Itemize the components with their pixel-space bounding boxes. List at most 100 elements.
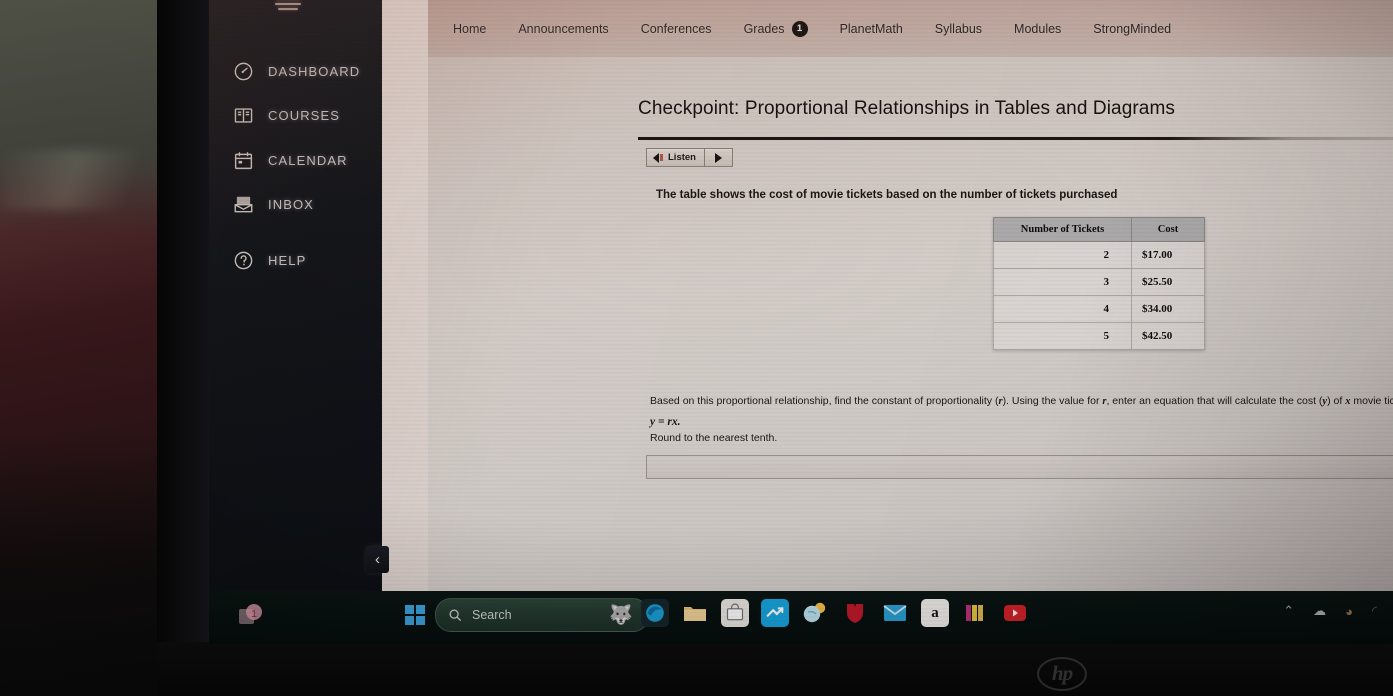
- course-nav-item-announcements[interactable]: Announcements: [502, 22, 624, 36]
- edge-browser-icon[interactable]: [641, 599, 669, 627]
- taskbar-center-group: Search 🐺: [405, 598, 649, 632]
- question-text-part2: ). Using the value for: [1002, 395, 1103, 407]
- course-nav-item-syllabus[interactable]: Syllabus: [919, 22, 998, 36]
- rounding-note: Round to the nearest tenth.: [650, 432, 778, 444]
- help-question-icon: [233, 250, 254, 271]
- course-nav-label: Conferences: [640, 21, 712, 36]
- volume-icon[interactable]: ◕: [1345, 604, 1353, 619]
- course-nav-item-planetmath[interactable]: PlanetMath: [824, 22, 919, 36]
- answer-input[interactable]: [646, 455, 1393, 479]
- sidebar-item-label: COURSES: [268, 108, 340, 123]
- svg-text:1: 1: [251, 609, 257, 620]
- windows-start-icon[interactable]: [405, 605, 425, 625]
- windows-taskbar: 1 Search 🐺 a ⌃ ☁ ◕ ◜: [209, 591, 1393, 644]
- course-nav-item-strongminded[interactable]: StrongMinded: [1077, 22, 1187, 36]
- course-nav-label: Announcements: [518, 21, 609, 36]
- course-nav-item-conferences[interactable]: Conferences: [625, 22, 728, 36]
- table-prompt-text: The table shows the cost of movie ticket…: [656, 189, 1118, 201]
- course-menu-gutter: [382, 0, 428, 591]
- sidebar-item-label: INBOX: [268, 197, 314, 212]
- taskbar-pinned-icons: a: [641, 599, 1029, 627]
- table-cell-tickets: 2: [993, 241, 1132, 269]
- table-row: 3 $25.50: [993, 268, 1205, 296]
- sidebar-item-label: CALENDAR: [268, 153, 348, 168]
- question-text: Based on this proportional relationship,…: [650, 392, 1393, 434]
- tickets-cost-table: Number of Tickets Cost 2 $17.00 3 $25.50…: [993, 217, 1205, 350]
- course-nav-item-home[interactable]: Home: [437, 22, 502, 36]
- table-row: 5 $42.50: [993, 322, 1205, 350]
- listen-button[interactable]: Listen: [647, 149, 704, 166]
- file-explorer-icon[interactable]: [681, 599, 709, 627]
- play-button[interactable]: [703, 149, 732, 166]
- calendar-icon: [233, 150, 254, 171]
- page-title: Checkpoint: Proportional Relationships i…: [638, 98, 1175, 119]
- pinned-app-pink-icon[interactable]: 1: [235, 599, 269, 633]
- mail-icon[interactable]: [881, 599, 909, 627]
- listen-label: Listen: [668, 152, 696, 163]
- table-cell-tickets: 5: [993, 322, 1132, 350]
- course-navigation-bar: Home Announcements Conferences Grades 1 …: [428, 0, 1393, 57]
- microsoft-store-icon[interactable]: [721, 599, 749, 627]
- listen-control[interactable]: Listen: [646, 148, 733, 167]
- inbox-envelope-icon: [233, 194, 254, 215]
- hamburger-icon[interactable]: [275, 0, 301, 14]
- question-text-part4: ) of: [1327, 395, 1346, 407]
- course-nav-label: PlanetMath: [839, 21, 903, 36]
- youtube-icon[interactable]: [1001, 599, 1029, 627]
- room-background: [0, 0, 160, 696]
- collapse-sidebar-button[interactable]: ‹: [366, 546, 389, 573]
- table-cell-cost: $25.50: [1131, 268, 1205, 296]
- table-header-cell: Cost: [1131, 217, 1205, 242]
- grades-badge: 1: [791, 20, 808, 37]
- monitor-bezel-left: [157, 0, 212, 696]
- main-content-area: Home Announcements Conferences Grades 1 …: [428, 0, 1393, 591]
- course-nav-label: Modules: [1014, 21, 1062, 36]
- table-header-row: Number of Tickets Cost: [993, 217, 1205, 242]
- search-highlight-image: 🐺: [609, 605, 633, 626]
- sidebar-item-dashboard[interactable]: DASHBOARD: [233, 61, 360, 82]
- table-cell-cost: $34.00: [1131, 295, 1205, 323]
- global-navigation-sidebar: DASHBOARD COURSES CALENDAR INBOX HELP: [209, 0, 382, 591]
- monitor-screen: Home Announcements Conferences Grades 1 …: [209, 0, 1393, 644]
- taskbar-search[interactable]: Search 🐺: [435, 598, 649, 632]
- weather-icon[interactable]: [801, 599, 829, 627]
- course-nav-label: StrongMinded: [1093, 21, 1172, 36]
- play-triangle-icon: [714, 152, 722, 163]
- onedrive-cloud-icon[interactable]: ☁: [1313, 603, 1326, 619]
- title-divider: [638, 137, 1393, 140]
- sidebar-item-label: HELP: [268, 253, 307, 268]
- mcafee-shield-icon[interactable]: [841, 599, 869, 627]
- dashboard-gauge-icon: [233, 61, 254, 82]
- course-nav-item-modules[interactable]: Modules: [998, 22, 1077, 36]
- hp-logo: hp: [1037, 657, 1087, 691]
- table-cell-cost: $42.50: [1131, 322, 1205, 350]
- course-nav-label: Syllabus: [934, 21, 983, 36]
- photo-of-monitor: Home Announcements Conferences Grades 1 …: [0, 0, 1393, 696]
- question-formula: y = rx.: [650, 415, 681, 428]
- course-nav-label: Home: [453, 21, 487, 36]
- book-icon: [233, 105, 254, 126]
- amazon-icon[interactable]: a: [921, 599, 949, 627]
- sidebar-item-help[interactable]: HELP: [233, 250, 306, 271]
- course-nav-item-grades[interactable]: Grades 1: [728, 20, 824, 37]
- question-text-part5: movie tickets in the form of: [1353, 395, 1393, 407]
- course-nav-label: Grades: [743, 21, 785, 36]
- table-header-cell: Number of Tickets: [993, 217, 1132, 242]
- system-tray: ⌃ ☁ ◕ ◜: [1283, 603, 1377, 619]
- sidebar-item-courses[interactable]: COURSES: [233, 105, 340, 126]
- table-cell-tickets: 3: [993, 268, 1132, 296]
- search-placeholder: Search: [472, 608, 512, 622]
- sidebar-item-calendar[interactable]: CALENDAR: [233, 150, 348, 171]
- question-text-part1: Based on this proportional relationship,…: [650, 395, 999, 407]
- show-hidden-icons-chevron-icon[interactable]: ⌃: [1283, 603, 1294, 619]
- table-row: 4 $34.00: [993, 295, 1205, 323]
- table-row: 2 $17.00: [993, 241, 1205, 269]
- app-blue-icon[interactable]: [761, 599, 789, 627]
- speaker-icon: [653, 152, 663, 163]
- table-cell-cost: $17.00: [1131, 241, 1205, 269]
- sidebar-item-inbox[interactable]: INBOX: [233, 194, 314, 215]
- sidebar-item-label: DASHBOARD: [268, 64, 361, 79]
- wifi-icon[interactable]: ◜: [1372, 603, 1377, 619]
- colorful-app-icon[interactable]: [961, 599, 989, 627]
- table-cell-tickets: 4: [993, 295, 1132, 323]
